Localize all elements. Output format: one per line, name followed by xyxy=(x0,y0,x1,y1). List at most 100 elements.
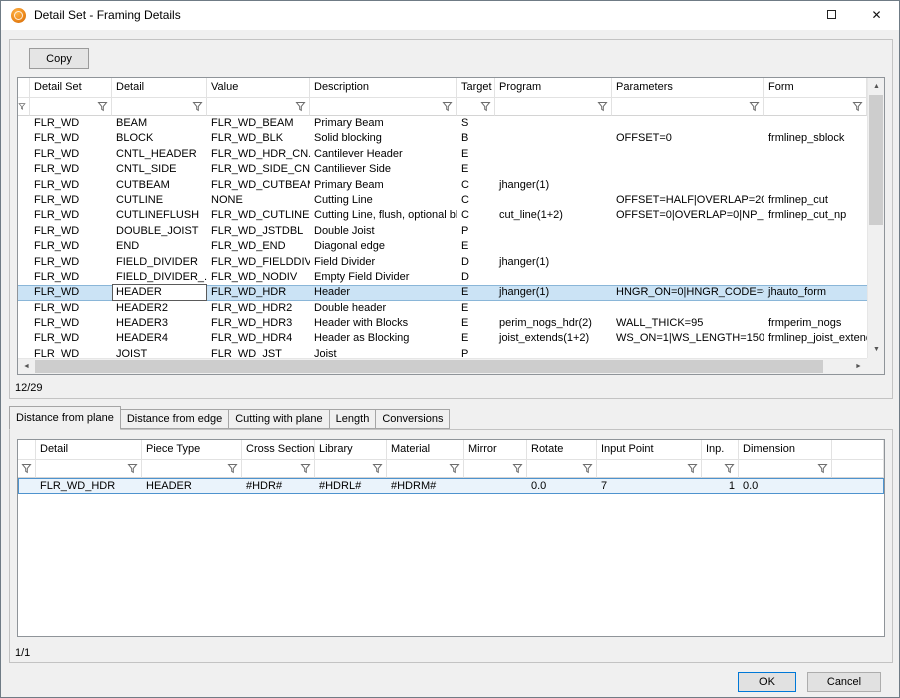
filter-cell[interactable] xyxy=(310,98,457,116)
vertical-scrollbar-thumb[interactable] xyxy=(869,95,883,225)
cell[interactable]: C xyxy=(457,193,495,208)
cell[interactable]: HEADER3 xyxy=(112,316,207,331)
cell[interactable]: E xyxy=(457,331,495,346)
filter-icon[interactable] xyxy=(127,463,138,474)
horizontal-scrollbar[interactable]: ◄► xyxy=(18,358,867,374)
cell[interactable]: JOIST xyxy=(112,347,207,358)
cell[interactable] xyxy=(18,316,30,331)
cell[interactable]: P xyxy=(457,347,495,358)
cell[interactable]: FLR_WD_HDR_CN... xyxy=(207,147,310,162)
cell[interactable]: Field Divider xyxy=(310,255,457,270)
cell[interactable]: FLR_WD xyxy=(30,178,112,193)
filter-cell[interactable] xyxy=(597,460,702,478)
column-header-description[interactable]: Description xyxy=(310,78,457,98)
cell[interactable]: OFFSET=0 xyxy=(612,131,764,146)
cell[interactable]: FLR_WD_BEAM xyxy=(207,116,310,131)
cell[interactable]: jhanger(1) xyxy=(495,255,612,270)
filter-icon[interactable] xyxy=(724,463,735,474)
cell[interactable] xyxy=(495,347,612,358)
cell[interactable]: FLR_WD_END xyxy=(207,239,310,254)
cell[interactable] xyxy=(18,285,30,300)
cell[interactable]: FIELD_DIVIDER_... xyxy=(112,270,207,285)
cell[interactable] xyxy=(18,147,30,162)
table-row[interactable]: FLR_WDFIELD_DIVIDERFLR_WD_FIELDDIVField … xyxy=(18,255,867,270)
cell[interactable] xyxy=(18,224,30,239)
cell[interactable]: FLR_WD xyxy=(30,116,112,131)
cell[interactable]: DOUBLE_JOIST xyxy=(112,224,207,239)
filter-cell[interactable] xyxy=(464,460,527,478)
filter-icon[interactable] xyxy=(449,463,460,474)
cell[interactable] xyxy=(612,224,764,239)
filter-cell[interactable] xyxy=(832,460,884,478)
cell[interactable] xyxy=(612,116,764,131)
filter-icon[interactable] xyxy=(582,463,593,474)
cell[interactable] xyxy=(18,270,30,285)
tab-cutting-with-plane[interactable]: Cutting with plane xyxy=(228,409,329,429)
cell[interactable] xyxy=(495,116,612,131)
cell[interactable]: FLR_WD_CUTLINE2 xyxy=(207,208,310,223)
cell[interactable] xyxy=(764,301,867,316)
cell[interactable] xyxy=(495,270,612,285)
cell[interactable]: FLR_WD xyxy=(30,255,112,270)
cell[interactable]: FLR_WD_HDR4 xyxy=(207,331,310,346)
table-row[interactable]: FLR_WDCUTLINENONECutting LineCOFFSET=HAL… xyxy=(18,193,867,208)
column-header-library[interactable]: Library xyxy=(315,440,387,460)
cell[interactable]: S xyxy=(457,116,495,131)
cell[interactable] xyxy=(612,270,764,285)
filter-cell[interactable] xyxy=(457,98,495,116)
cell[interactable]: C xyxy=(457,208,495,223)
cell[interactable]: frmperim_nogs xyxy=(764,316,867,331)
column-header-parameters[interactable]: Parameters xyxy=(612,78,764,98)
cell[interactable]: E xyxy=(457,285,495,300)
filter-cell[interactable] xyxy=(527,460,597,478)
column-header-material[interactable]: Material xyxy=(387,440,464,460)
filter-cell[interactable] xyxy=(18,460,36,478)
cell[interactable] xyxy=(764,147,867,162)
cell[interactable]: FLR_WD_HDR xyxy=(207,285,310,300)
cell[interactable]: joist_extends(1+2) xyxy=(495,331,612,346)
cell[interactable]: Primary Beam xyxy=(310,178,457,193)
filter-icon[interactable] xyxy=(852,101,863,112)
cell[interactable] xyxy=(18,178,30,193)
cell[interactable]: FIELD_DIVIDER xyxy=(112,255,207,270)
cell[interactable]: Double header xyxy=(310,301,457,316)
cell[interactable]: E xyxy=(457,301,495,316)
cell[interactable]: E xyxy=(457,316,495,331)
cell[interactable]: WS_ON=1|WS_LENGTH=150|BL... xyxy=(612,331,764,346)
cell[interactable]: Double Joist xyxy=(310,224,457,239)
cell[interactable]: FLR_WD_JST xyxy=(207,347,310,358)
cell[interactable]: FLR_WD xyxy=(30,285,112,300)
column-header-inp[interactable]: Inp. xyxy=(702,440,739,460)
cell[interactable]: E xyxy=(457,147,495,162)
table-row[interactable]: FLR_WDENDFLR_WD_ENDDiagonal edgeE xyxy=(18,239,867,254)
cell[interactable] xyxy=(18,208,30,223)
inline-editor[interactable]: HEADER xyxy=(112,284,207,301)
filter-cell[interactable] xyxy=(612,98,764,116)
cell[interactable] xyxy=(495,239,612,254)
filter-icon[interactable] xyxy=(300,463,311,474)
cell[interactable]: FLR_WD_JSTDBL xyxy=(207,224,310,239)
column-header-detail[interactable]: Detail xyxy=(36,440,142,460)
maximize-button[interactable] xyxy=(809,1,854,30)
cell[interactable] xyxy=(464,478,527,494)
cell[interactable]: FLR_WD xyxy=(30,131,112,146)
cell[interactable]: #HDR# xyxy=(242,478,315,494)
cell[interactable]: FLR_WD xyxy=(30,331,112,346)
cell[interactable]: jhanger(1) xyxy=(495,285,612,300)
cell[interactable]: OFFSET=0|OVERLAP=0|NP_ON=... xyxy=(612,208,764,223)
cell[interactable]: jhauto_form xyxy=(764,285,867,300)
table-row[interactable]: FLR_WDBEAMFLR_WD_BEAMPrimary BeamS xyxy=(18,116,867,131)
cell[interactable]: FLR_WD xyxy=(30,270,112,285)
filter-cell[interactable] xyxy=(387,460,464,478)
cell[interactable] xyxy=(612,178,764,193)
cell[interactable] xyxy=(764,270,867,285)
vertical-scrollbar[interactable]: ▲▼ xyxy=(867,78,884,358)
column-header-rotate[interactable]: Rotate xyxy=(527,440,597,460)
cell[interactable] xyxy=(612,255,764,270)
filter-cell[interactable] xyxy=(142,460,242,478)
cell[interactable]: FLR_WD xyxy=(30,347,112,358)
cell[interactable]: FLR_WD_BLK xyxy=(207,131,310,146)
cell[interactable]: C xyxy=(457,178,495,193)
cell[interactable]: Header as Blocking xyxy=(310,331,457,346)
filter-cell[interactable] xyxy=(495,98,612,116)
